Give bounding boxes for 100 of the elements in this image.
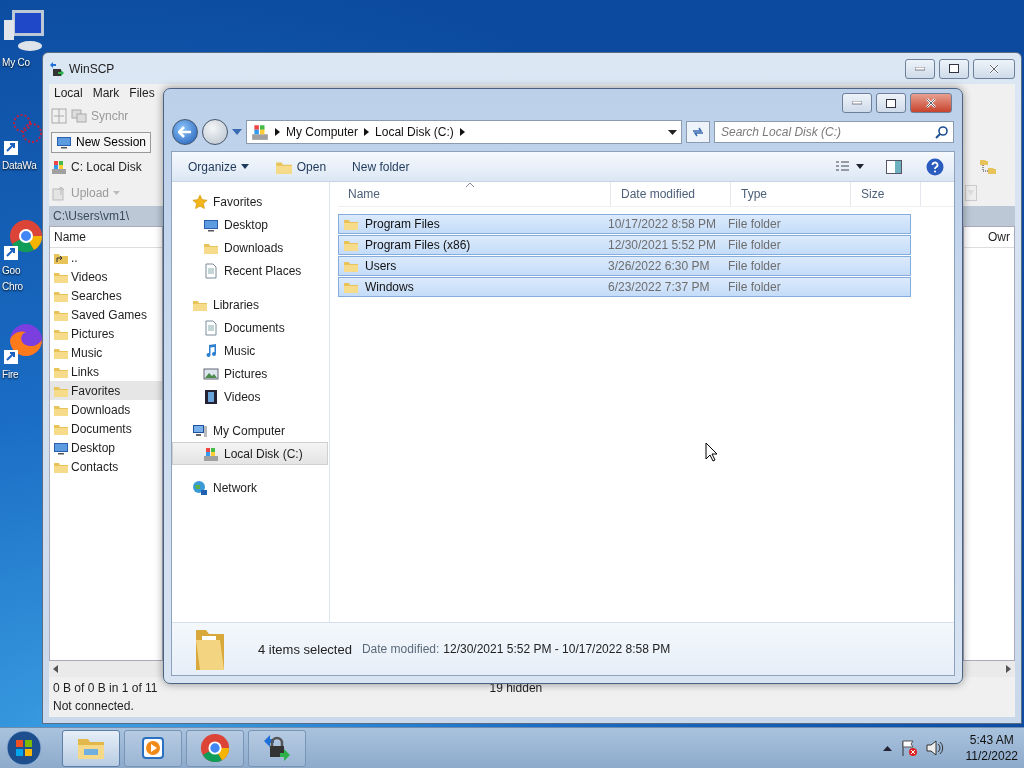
minimize-icon [915, 66, 925, 71]
file-name: Program Files [365, 217, 440, 231]
file-item[interactable]: .. [50, 248, 162, 267]
menu-item[interactable]: Files [126, 86, 158, 100]
path-bar [963, 206, 1015, 226]
icon-label: Fire [2, 368, 19, 382]
close-icon [925, 98, 937, 108]
column-header[interactable]: Date modified [611, 182, 731, 206]
nav-item[interactable]: Recent Places [172, 259, 328, 282]
file-item[interactable]: Desktop [50, 438, 162, 457]
chevron-icon[interactable] [459, 128, 465, 136]
minimize-button[interactable] [905, 58, 935, 79]
nav-item[interactable]: Favorites [172, 190, 328, 213]
file-name: Users [365, 259, 397, 273]
column-header[interactable]: Name [50, 227, 162, 248]
file-item[interactable]: Links [50, 362, 162, 381]
column-header[interactable]: Owr [964, 227, 1014, 248]
file-item[interactable]: Videos [50, 267, 162, 286]
toolbar-button[interactable]: Organize [182, 154, 255, 179]
caret-icon[interactable] [668, 129, 677, 135]
address-bar[interactable]: My Computer Local Disk (C:) [246, 120, 682, 144]
file-row[interactable]: Users 3/26/2022 6:30 PM File folder [338, 256, 911, 276]
nav-item[interactable]: Libraries [172, 293, 328, 316]
taskbar-button[interactable] [186, 729, 244, 767]
nav-item[interactable]: Documents [172, 316, 328, 339]
nav-item[interactable]: My Computer [172, 419, 328, 442]
breadcrumb[interactable]: Local Disk (C:) [375, 125, 454, 139]
disk-drive-icon [251, 123, 269, 141]
file-item[interactable]: Searches [50, 286, 162, 305]
speaker-icon[interactable] [925, 740, 944, 756]
refresh-button[interactable] [686, 121, 710, 143]
forward-button[interactable] [202, 119, 228, 145]
window-title: WinSCP [69, 61, 115, 76]
nav-item[interactable]: Local Disk (C:) [172, 442, 328, 465]
file-type: File folder [728, 238, 781, 252]
picture-icon [203, 365, 219, 382]
maximize-button[interactable] [939, 58, 969, 79]
file-row[interactable]: Program Files (x86) 12/30/2021 5:52 PM File folder [338, 235, 911, 255]
breadcrumb[interactable]: My Computer [286, 125, 359, 139]
nav-item[interactable]: Music [172, 339, 328, 362]
scroll-right-icon[interactable] [1006, 665, 1012, 673]
monitor-icon [56, 134, 72, 150]
clock[interactable]: 5:43 AM 11/2/2022 [965, 732, 1018, 764]
preview-pane-icon[interactable] [886, 159, 902, 174]
file-row[interactable]: Program Files 10/17/2022 8:58 PM File folder [338, 214, 911, 234]
drive-selector[interactable]: C: Local Disk [71, 160, 142, 174]
nav-item[interactable]: Desktop [172, 213, 328, 236]
chevron-icon[interactable] [275, 128, 280, 136]
column-header[interactable]: Name [338, 182, 611, 206]
file-item[interactable]: Favorites [50, 381, 162, 400]
disk-drive-icon [51, 159, 67, 175]
column-header[interactable]: Type [731, 182, 851, 206]
new-session-tab[interactable]: New Session [51, 131, 152, 153]
browser-icon [2, 322, 42, 366]
help-icon[interactable] [926, 157, 944, 176]
file-item[interactable]: Contacts [50, 457, 162, 476]
maximize-button[interactable] [876, 93, 906, 113]
date-modified: 12/30/2021 5:52 PM [608, 238, 717, 252]
nav-item[interactable]: Network [172, 476, 328, 499]
maximize-icon [949, 64, 959, 73]
file-name: Program Files (x86) [365, 238, 471, 252]
scroll-left-icon[interactable] [52, 665, 58, 673]
back-button[interactable] [172, 119, 198, 145]
taskbar-button[interactable] [124, 729, 182, 767]
toolbar-button[interactable]: Open [268, 154, 333, 179]
folder-tree-icon[interactable] [979, 158, 997, 176]
taskbar-button[interactable] [62, 729, 120, 767]
minimize-button[interactable] [842, 93, 872, 113]
film-icon [203, 388, 219, 405]
document-icon [203, 319, 219, 336]
close-button[interactable] [973, 58, 1015, 79]
star-icon [192, 193, 208, 210]
synchronize-label: Synchr [91, 109, 129, 123]
close-button[interactable] [910, 93, 952, 113]
sync-icon [71, 108, 87, 124]
search-field[interactable]: Search Local Disk (C:) [714, 121, 954, 143]
file-row[interactable]: Windows 6/23/2022 7:37 PM File folder [338, 277, 911, 297]
menu-item[interactable]: Local [51, 86, 86, 100]
close-icon [988, 63, 1000, 74]
file-item[interactable]: Documents [50, 419, 162, 438]
start-icon[interactable] [4, 729, 44, 767]
file-item[interactable]: Pictures [50, 324, 162, 343]
view-options-icon[interactable] [836, 160, 866, 173]
menu-item[interactable]: Mark [89, 86, 123, 100]
pointer-icon [705, 442, 719, 462]
file-item[interactable]: Saved Games [50, 305, 162, 324]
taskbar-button[interactable] [248, 729, 306, 767]
nav-item[interactable]: Pictures [172, 362, 328, 385]
file-item[interactable]: Downloads [50, 400, 162, 419]
file-item[interactable]: Music [50, 343, 162, 362]
nav-item[interactable]: Downloads [172, 236, 328, 259]
caret-icon [113, 191, 121, 195]
minimize-icon [852, 101, 862, 105]
toolbar-button[interactable]: New folder [346, 154, 416, 179]
path-bar: C:\Users\vm1\ [49, 206, 163, 226]
chevron-icon[interactable] [364, 128, 370, 136]
nav-item[interactable]: Videos [172, 385, 328, 408]
column-header[interactable]: Size [851, 182, 921, 206]
flag-icon[interactable] [899, 739, 918, 757]
caret-icon[interactable] [882, 745, 892, 751]
